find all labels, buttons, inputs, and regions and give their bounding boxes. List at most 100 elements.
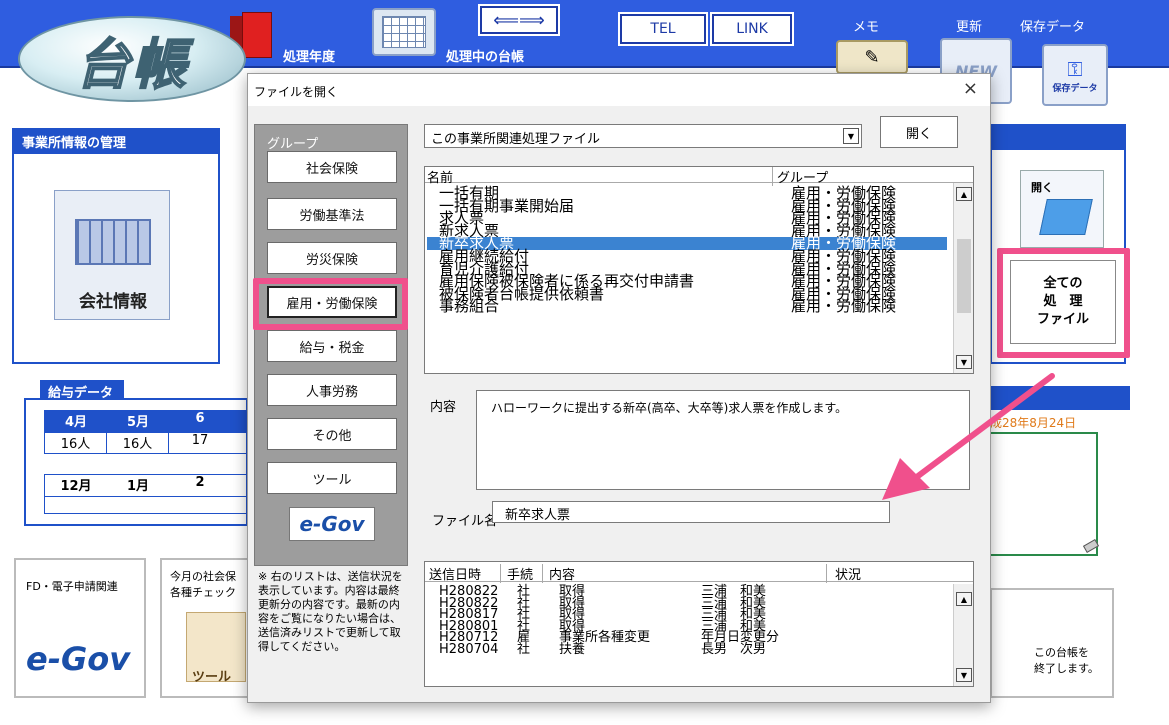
- save-data-icon[interactable]: ⚿ 保存データ: [1042, 44, 1108, 106]
- close-icon[interactable]: ×: [963, 78, 978, 99]
- save-data-label: 保存データ: [1020, 20, 1086, 35]
- group-button-salary-tax[interactable]: 給与・税金: [267, 330, 397, 362]
- group-panel: グループ 社会保険 労働基準法 労災保険 雇用・労働保険 給与・税金 人事労務 …: [254, 124, 408, 566]
- file-list-row[interactable]: 事務組合 雇用・労働保険: [439, 297, 955, 316]
- exit-label-2: 終了します。: [1034, 662, 1099, 675]
- update-label: 更新: [956, 20, 983, 35]
- exit-ledger-button[interactable]: この台帳を 終了します。: [990, 588, 1114, 698]
- annotation-arrow: [882, 373, 1055, 500]
- egov-button[interactable]: e-Gov: [289, 507, 375, 541]
- dialog-title: ファイルを開く: [248, 74, 990, 106]
- egov-logo: e-Gov: [26, 640, 131, 678]
- chevron-down-icon[interactable]: ▼: [843, 128, 859, 144]
- content-label: 内容: [430, 400, 457, 415]
- scroll-up-icon[interactable]: ▲: [956, 187, 972, 201]
- salary-grid-bottom: 12月 1月 2: [44, 474, 248, 514]
- send-status-row[interactable]: H280704 社 扶養 長男 次男: [439, 641, 959, 657]
- all-files-label-2: 処 理: [1043, 294, 1083, 309]
- logo-text: 台帳: [75, 31, 188, 97]
- people-cell: 16人: [107, 433, 169, 453]
- calendar-icon[interactable]: [372, 8, 436, 56]
- scroll-down-icon[interactable]: ▼: [956, 355, 972, 369]
- send-content-cell: 扶養: [559, 641, 586, 657]
- swap-arrows-button[interactable]: ⟸⟹: [478, 4, 560, 36]
- egov-logo-text: e-Gov: [299, 512, 365, 536]
- fd-eapplication-panel[interactable]: FD・電子申請関連 e-Gov: [14, 558, 146, 698]
- send-date-cell: H280704: [439, 641, 499, 657]
- monthly-label-2: 各種チェック: [170, 586, 236, 599]
- company-info-label: 会社情報: [79, 292, 147, 312]
- filename-label: ファイル名: [432, 514, 498, 529]
- fd-label: FD・電子申請関連: [26, 580, 118, 593]
- group-button-labor-standards[interactable]: 労働基準法: [267, 198, 397, 230]
- send-status-list[interactable]: 送信日時 手続 内容 状況 H280822 社取得 三浦 和美 H280822 社取得三…: [424, 561, 974, 687]
- group-label: グループ: [267, 137, 319, 152]
- send-proc-cell: 社: [517, 641, 531, 657]
- year-label: 処理年度: [283, 50, 336, 65]
- all-files-label-3: ファイル: [1036, 312, 1089, 327]
- memo-label: メモ: [853, 20, 880, 35]
- file-filter-value: この事業所関連処理ファイル: [431, 132, 601, 147]
- note-text: ※ 右のリストは、送信状況を表示しています。内容は最終更新分の内容です。最新の内…: [258, 570, 403, 653]
- month-cell: 12月: [60, 479, 92, 494]
- exit-label-1: この台帳を: [1034, 646, 1089, 659]
- folder-icon: [1039, 199, 1093, 235]
- send-rows: H280822 社取得 三浦 和美 H280822 社取得 三浦 和美 H280817 社取得…: [425, 585, 953, 686]
- group-button-social-insurance[interactable]: 社会保険: [267, 151, 397, 183]
- file-rows: 一括有期 雇用・労働保険 一括有期事業開始届 雇用・労働保険 求人票 雇用・労働保険 新求人…: [425, 185, 953, 371]
- all-files-button[interactable]: 全ての 処 理 ファイル: [1010, 260, 1116, 344]
- tel-button[interactable]: TEL: [618, 12, 708, 46]
- scroll-up-icon[interactable]: ▲: [956, 592, 972, 606]
- company-info-button[interactable]: 会社情報: [54, 190, 170, 320]
- month-cell: 2: [195, 475, 205, 490]
- file-name-cell: 事務組合: [439, 297, 500, 316]
- people-cell: 16人: [45, 433, 107, 453]
- current-ledger-label: 処理中の台帳: [446, 50, 525, 65]
- monthly-check-panel[interactable]: 今月の社会保 各種チェック ツール: [160, 558, 250, 698]
- group-button-hr[interactable]: 人事労務: [267, 374, 397, 406]
- office-info-header: 事業所情報の管理: [12, 128, 220, 154]
- group-button-tools[interactable]: ツール: [267, 462, 397, 494]
- filename-value: 新卒求人票: [505, 508, 571, 523]
- file-filter-select[interactable]: この事業所関連処理ファイル ▼: [424, 124, 862, 148]
- open-button[interactable]: 開く: [880, 116, 958, 148]
- arrow-shaft: [907, 373, 1055, 485]
- send-list-header: 送信日時 手続 内容 状況: [425, 562, 973, 583]
- group-button-workers-comp[interactable]: 労災保険: [267, 242, 397, 274]
- people-cell: 17: [191, 433, 209, 448]
- month-cell: 4月: [64, 415, 88, 430]
- scroll-down-icon[interactable]: ▼: [956, 668, 972, 682]
- file-list-scrollbar[interactable]: ▲ ▼: [953, 183, 973, 373]
- send-proc-header[interactable]: 手続: [507, 564, 543, 583]
- memo-icon[interactable]: ✎: [836, 40, 908, 74]
- content-text: ハローワークに提出する新卒(高卒、大卒等)求人票を作成します。: [491, 401, 848, 415]
- file-list[interactable]: 名前 グループ 一括有期 雇用・労働保険 一括有期事業開始届 雇用・労働保険 求人票 雇用…: [424, 166, 974, 374]
- key-icon: ⚿: [1067, 56, 1083, 81]
- tool-label: ツール: [192, 670, 232, 685]
- send-date-header[interactable]: 送信日時: [429, 564, 501, 583]
- salary-grid-top: 4月 5月 6 16人 16人 17: [44, 410, 248, 454]
- month-cell: 1月: [126, 479, 150, 494]
- send-person-cell: 長男 次男: [701, 641, 767, 657]
- list-header: 名前 グループ: [425, 167, 973, 186]
- month-cell: 6: [195, 411, 205, 426]
- month-cell: 5月: [126, 415, 150, 430]
- open-label: 開く: [1031, 181, 1053, 194]
- save-data-icon-label: 保存データ: [1052, 83, 1098, 94]
- send-content-header[interactable]: 内容: [549, 564, 827, 583]
- arrow-head: [882, 458, 930, 500]
- building-icon: [75, 219, 151, 265]
- open-folder-button[interactable]: 開く: [1020, 170, 1104, 248]
- ledger-logo: 台帳: [18, 16, 246, 102]
- file-group-cell: 雇用・労働保険: [791, 297, 897, 316]
- selected-group-highlight: [253, 278, 408, 330]
- link-button[interactable]: LINK: [710, 12, 794, 46]
- scroll-thumb[interactable]: [957, 239, 971, 313]
- group-button-other[interactable]: その他: [267, 418, 397, 450]
- all-files-label-1: 全ての: [1043, 276, 1083, 291]
- filename-input[interactable]: 新卒求人票: [492, 501, 890, 523]
- send-status-header[interactable]: 状況: [835, 564, 861, 583]
- send-list-scrollbar[interactable]: ▲ ▼: [953, 584, 973, 686]
- right-panel-header: [990, 124, 1126, 150]
- monthly-label-1: 今月の社会保: [170, 570, 236, 583]
